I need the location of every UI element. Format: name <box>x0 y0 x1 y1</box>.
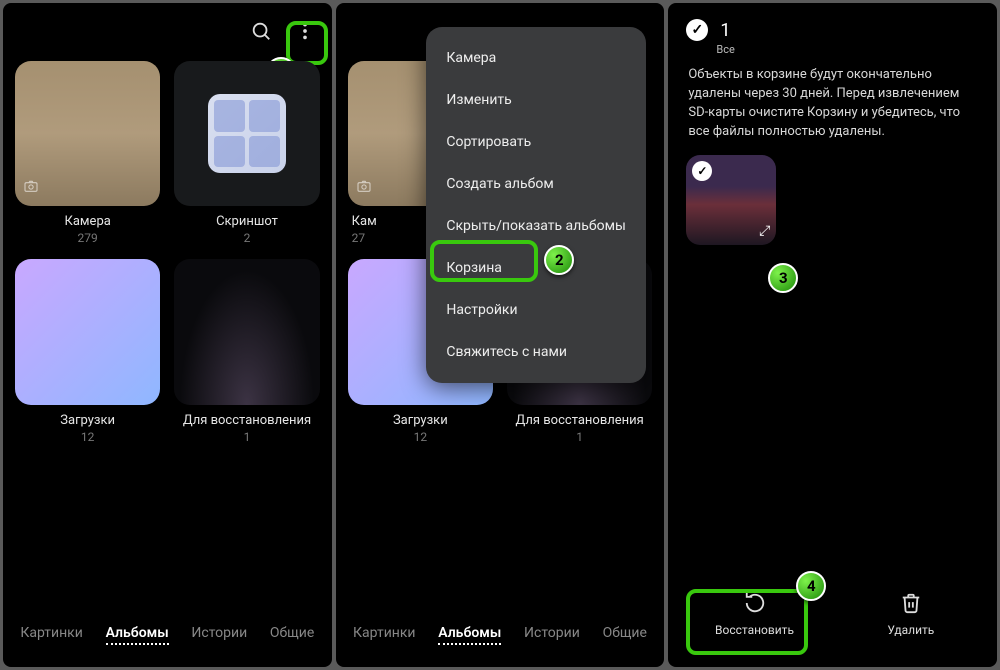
trash-item[interactable]: ✓ ⤢ <box>686 155 776 245</box>
bottom-actions: Восстановить Удалить <box>668 566 997 667</box>
album-grid: Камера 279 Скриншот 2 Загрузки 12 Для во… <box>3 53 332 452</box>
selection-count: 1 <box>720 20 730 41</box>
trash-screen: ✓ 1 Все Объекты в корзине будут окончате… <box>668 3 997 667</box>
expand-icon: ⤢ <box>759 223 770 239</box>
menu-hide-albums[interactable]: Скрыть/показать альбомы <box>426 205 646 247</box>
toolbar <box>3 3 332 53</box>
album-name: Загрузки <box>393 413 448 428</box>
album-name: Кам <box>352 214 377 229</box>
album-name: Для восстановления <box>183 413 311 428</box>
menu-camera[interactable]: Камера <box>426 37 646 79</box>
check-icon: ✓ <box>692 161 712 181</box>
album-name: Для восстановления <box>516 413 644 428</box>
album-name: Загрузки <box>60 413 115 428</box>
album-downloads[interactable]: Загрузки 12 <box>15 259 160 443</box>
step-badge-3: 3 <box>768 263 798 293</box>
tab-albums[interactable]: Альбомы <box>438 625 501 645</box>
bottom-tabs: Картинки Альбомы Истории Общие <box>336 609 665 667</box>
menu-sort[interactable]: Сортировать <box>426 121 646 163</box>
album-restore[interactable]: Для восстановления 1 <box>174 259 319 443</box>
bottom-tabs: Картинки Альбомы Истории Общие <box>3 609 332 667</box>
gallery-albums-screen: 1 Камера 279 Скриншот 2 Загрузки 12 <box>3 3 332 667</box>
selection-header: ✓ 1 <box>668 3 997 45</box>
trash-icon <box>900 592 922 617</box>
overflow-menu: Камера Изменить Сортировать Создать альб… <box>426 27 646 383</box>
menu-contact[interactable]: Свяжитесь с нами <box>426 331 646 373</box>
album-count: 279 <box>78 231 98 245</box>
album-count: 12 <box>81 430 95 444</box>
tab-pictures[interactable]: Картинки <box>20 625 82 645</box>
album-count: 27 <box>352 231 366 245</box>
album-camera[interactable]: Камера 279 <box>15 61 160 245</box>
restore-label: Восстановить <box>715 623 794 637</box>
album-name: Камера <box>64 214 110 229</box>
select-all-label: Все <box>698 43 997 56</box>
album-count: 2 <box>244 231 251 245</box>
album-thumb <box>15 259 160 404</box>
album-name: Скриншот <box>216 214 278 229</box>
tab-shared[interactable]: Общие <box>603 625 647 645</box>
menu-create-album[interactable]: Создать альбом <box>426 163 646 205</box>
tab-shared[interactable]: Общие <box>270 625 314 645</box>
album-count: 12 <box>414 430 428 444</box>
tab-albums[interactable]: Альбомы <box>106 625 169 645</box>
album-count: 1 <box>244 430 251 444</box>
select-all-checkbox[interactable]: ✓ <box>686 19 708 41</box>
trash-grid: ✓ ⤢ <box>668 155 997 245</box>
camera-icon <box>356 178 372 198</box>
tab-stories[interactable]: Истории <box>191 625 247 645</box>
camera-icon <box>23 178 39 198</box>
album-screenshots[interactable]: Скриншот 2 <box>174 61 319 245</box>
album-count: 1 <box>576 430 583 444</box>
delete-button[interactable]: Удалить <box>856 584 966 645</box>
menu-trash[interactable]: Корзина <box>426 247 646 289</box>
restore-button[interactable]: Восстановить <box>700 584 810 645</box>
tab-stories[interactable]: Истории <box>524 625 580 645</box>
more-icon[interactable] <box>288 16 322 50</box>
gallery-menu-screen: Кам 27 Загрузки 12 Для восстановления 1 … <box>336 3 665 667</box>
album-thumb <box>174 61 319 206</box>
menu-settings[interactable]: Настройки <box>426 289 646 331</box>
search-icon[interactable] <box>250 20 272 46</box>
album-thumb <box>174 259 319 404</box>
menu-edit[interactable]: Изменить <box>426 79 646 121</box>
delete-label: Удалить <box>887 623 934 637</box>
restore-icon <box>744 592 766 617</box>
trash-info-text: Объекты в корзине будут окончательно уда… <box>668 56 997 155</box>
tab-pictures[interactable]: Картинки <box>353 625 415 645</box>
album-thumb <box>15 61 160 206</box>
